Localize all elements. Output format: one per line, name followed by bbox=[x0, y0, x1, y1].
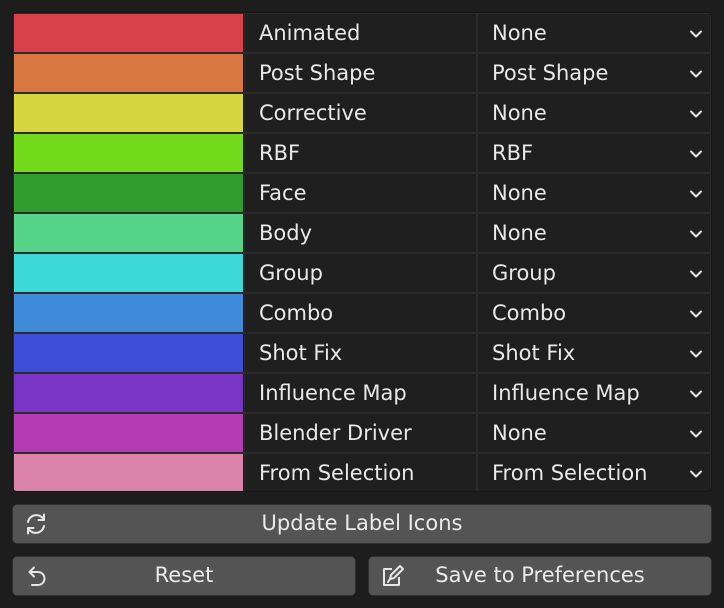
icon-type-dropdown[interactable]: None bbox=[478, 174, 710, 212]
icon-type-dropdown[interactable]: Shot Fix bbox=[478, 334, 710, 372]
row-label[interactable]: Face bbox=[245, 174, 476, 212]
dropdown-value: None bbox=[492, 101, 547, 125]
table-row: Face None bbox=[13, 173, 711, 213]
table-row: Combo Combo bbox=[13, 293, 711, 333]
row-label[interactable]: Post Shape bbox=[245, 54, 476, 92]
table-row: RBF RBF bbox=[13, 133, 711, 173]
chevron-down-icon bbox=[690, 230, 702, 238]
color-swatch[interactable] bbox=[14, 14, 244, 52]
update-label-icons-button[interactable]: Update Label Icons bbox=[12, 504, 712, 544]
edit-save-icon bbox=[383, 565, 404, 586]
dropdown-value: None bbox=[492, 21, 547, 45]
table-row: Body None bbox=[13, 213, 711, 253]
color-swatch[interactable] bbox=[14, 294, 244, 332]
chevron-down-icon bbox=[690, 390, 702, 398]
save-to-preferences-label: Save to Preferences bbox=[435, 563, 645, 587]
color-swatch[interactable] bbox=[14, 54, 244, 92]
dropdown-value: Post Shape bbox=[492, 61, 609, 85]
chevron-down-icon bbox=[690, 30, 702, 38]
chevron-down-icon bbox=[690, 190, 702, 198]
row-label[interactable]: RBF bbox=[245, 134, 476, 172]
icon-type-dropdown[interactable]: Influence Map bbox=[478, 374, 710, 412]
dropdown-value: Combo bbox=[492, 301, 567, 325]
row-label[interactable]: Blender Driver bbox=[245, 414, 476, 452]
undo-icon bbox=[28, 566, 46, 586]
save-to-preferences-button[interactable]: Save to Preferences bbox=[368, 556, 712, 596]
chevron-down-icon bbox=[690, 350, 702, 358]
color-label-table: Animated None Post Shape Post Shape Correcti… bbox=[12, 12, 712, 492]
table-row: Influence Map Influence Map bbox=[13, 373, 711, 413]
row-label[interactable]: From Selection bbox=[245, 454, 476, 491]
table-row: Blender Driver None bbox=[13, 413, 711, 453]
table-row: Shot Fix Shot Fix bbox=[13, 333, 711, 373]
icon-type-dropdown[interactable]: From Selection bbox=[478, 454, 710, 491]
color-swatch[interactable] bbox=[14, 94, 244, 132]
table-row: Post Shape Post Shape bbox=[13, 53, 711, 93]
icon-type-dropdown[interactable]: None bbox=[478, 414, 710, 452]
icon-type-dropdown[interactable]: Group bbox=[478, 254, 710, 292]
dropdown-value: Influence Map bbox=[492, 381, 640, 405]
chevron-down-icon bbox=[690, 270, 702, 278]
dropdown-value: Shot Fix bbox=[492, 341, 576, 365]
icon-type-dropdown[interactable]: None bbox=[478, 214, 710, 252]
chevron-down-icon bbox=[690, 470, 702, 478]
chevron-down-icon bbox=[690, 310, 702, 318]
color-swatch[interactable] bbox=[14, 414, 244, 452]
icon-type-dropdown[interactable]: None bbox=[478, 94, 710, 132]
chevron-down-icon bbox=[690, 150, 702, 158]
row-label[interactable]: Corrective bbox=[245, 94, 476, 132]
chevron-down-icon bbox=[690, 70, 702, 78]
chevron-down-icon bbox=[690, 430, 702, 438]
color-swatch[interactable] bbox=[14, 254, 244, 292]
row-label[interactable]: Animated bbox=[245, 14, 476, 52]
icon-type-dropdown[interactable]: RBF bbox=[478, 134, 710, 172]
color-swatch[interactable] bbox=[14, 174, 244, 212]
update-label-icons-label: Update Label Icons bbox=[261, 511, 463, 535]
table-row: From Selection From Selection bbox=[13, 453, 711, 491]
reset-button[interactable]: Reset bbox=[12, 556, 356, 596]
table-row: Animated None bbox=[13, 13, 711, 53]
table-row: Group Group bbox=[13, 253, 711, 293]
dropdown-value: None bbox=[492, 181, 547, 205]
row-label[interactable]: Combo bbox=[245, 294, 476, 332]
chevron-down-icon bbox=[690, 110, 702, 118]
dropdown-value: From Selection bbox=[492, 461, 648, 485]
reset-label: Reset bbox=[154, 563, 214, 587]
color-swatch[interactable] bbox=[14, 334, 244, 372]
icon-type-dropdown[interactable]: Post Shape bbox=[478, 54, 710, 92]
dropdown-value: Group bbox=[492, 261, 556, 285]
color-swatch[interactable] bbox=[14, 134, 244, 172]
color-swatch[interactable] bbox=[14, 374, 244, 412]
dropdown-value: None bbox=[492, 221, 547, 245]
dropdown-value: None bbox=[492, 421, 547, 445]
icon-type-dropdown[interactable]: None bbox=[478, 14, 710, 52]
row-label[interactable]: Body bbox=[245, 214, 476, 252]
color-swatch[interactable] bbox=[14, 454, 244, 491]
row-label[interactable]: Shot Fix bbox=[245, 334, 476, 372]
table-row: Corrective None bbox=[13, 93, 711, 133]
refresh-icon bbox=[27, 513, 45, 535]
icon-type-dropdown[interactable]: Combo bbox=[478, 294, 710, 332]
row-label[interactable]: Influence Map bbox=[245, 374, 476, 412]
color-swatch[interactable] bbox=[14, 214, 244, 252]
row-label[interactable]: Group bbox=[245, 254, 476, 292]
dropdown-value: RBF bbox=[492, 141, 534, 165]
